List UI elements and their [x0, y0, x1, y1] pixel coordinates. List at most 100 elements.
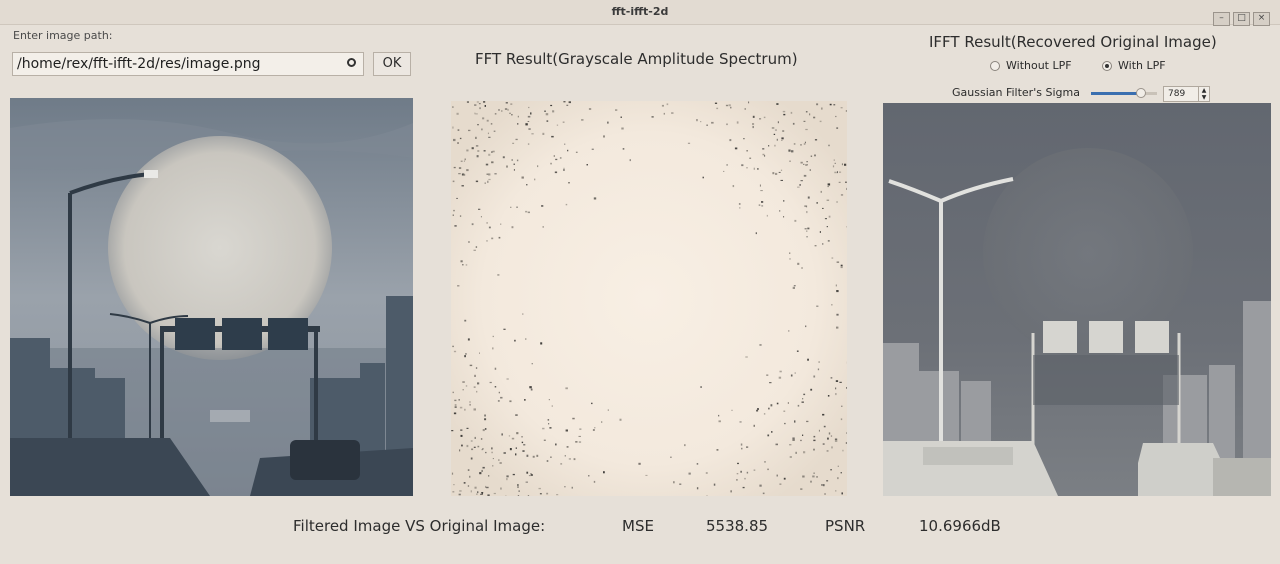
spectrum-speckle [840, 107, 843, 109]
spectrum-speckle [826, 480, 829, 482]
spectrum-speckle [488, 475, 490, 477]
radio-without-lpf[interactable]: Without LPF [990, 59, 1072, 72]
close-icon[interactable]: × [1253, 12, 1270, 26]
spectrum-speckle [831, 304, 833, 306]
spectrum-speckle [505, 495, 507, 496]
spectrum-speckle [810, 480, 812, 483]
spectrum-speckle [575, 441, 578, 443]
spectrum-speckle [764, 461, 766, 463]
spectrum-speckle [841, 405, 843, 407]
path-input[interactable]: /home/rex/fft-ifft-2d/res/image.png [12, 52, 364, 76]
spectrum-speckle [546, 120, 549, 122]
title-bar: fft-ifft-2d – □ × [0, 0, 1280, 26]
spectrum-speckle [549, 427, 552, 429]
spectrum-speckle [651, 116, 654, 118]
spectrum-speckle [730, 106, 732, 109]
spectrum-speckle [544, 110, 546, 112]
slider-handle[interactable] [1135, 88, 1146, 98]
spectrum-speckle [778, 376, 782, 379]
spectrum-speckle [575, 151, 578, 153]
spectrum-speckle [836, 313, 839, 316]
spectrum-speckle [622, 148, 625, 150]
spectrum-speckle [457, 129, 460, 131]
spectrum-speckle [827, 395, 830, 397]
spectrum-speckle [839, 381, 842, 383]
spectrum-speckle [511, 159, 513, 161]
spectrum-speckle [494, 386, 497, 388]
spectrum-speckle [478, 208, 481, 210]
spectrum-speckle [800, 180, 803, 182]
spectrum-speckle [566, 104, 569, 106]
spectrum-speckle [766, 374, 769, 376]
spectrum-speckle [554, 171, 558, 174]
spectrum-speckle [629, 159, 631, 162]
spectrum-speckle [480, 216, 482, 218]
spectrum-speckle [586, 164, 588, 166]
spectrum-speckle [776, 474, 778, 477]
spectrum-speckle [563, 101, 566, 103]
clear-icon[interactable] [347, 58, 356, 67]
spectrum-speckle [688, 472, 691, 475]
spectrum-speckle [484, 414, 486, 417]
spectrum-speckle [454, 404, 457, 407]
spectrum-speckle [461, 444, 463, 447]
spectrum-speckle [826, 450, 829, 452]
spectrum-speckle [755, 232, 757, 235]
spectrum-speckle [803, 393, 806, 396]
spectrum-speckle [477, 382, 480, 385]
spectrum-speckle [741, 164, 744, 167]
spectrum-speckle [761, 205, 764, 207]
spin-arrows-icon[interactable]: ▲ ▼ [1198, 87, 1209, 101]
spectrum-speckle [814, 154, 816, 157]
fft-spectrum-image [451, 101, 847, 496]
spectrum-speckle [783, 200, 785, 202]
spectrum-speckle [479, 107, 481, 110]
spectrum-speckle [456, 112, 459, 115]
maximize-icon[interactable]: □ [1233, 12, 1250, 26]
spectrum-speckle [462, 264, 464, 266]
spectrum-speckle [466, 169, 469, 172]
spectrum-speckle [804, 205, 807, 207]
spectrum-speckle [475, 246, 478, 248]
spectrum-speckle [601, 421, 603, 423]
spectrum-speckle [578, 441, 582, 443]
spectrum-speckle [803, 143, 806, 145]
spectrum-speckle [497, 400, 500, 402]
spectrum-speckle [464, 355, 466, 358]
spectrum-speckle [452, 126, 454, 129]
spectrum-speckle [813, 448, 815, 451]
spectrum-speckle [737, 462, 739, 465]
spectrum-speckle [806, 161, 808, 163]
spectrum-speckle [457, 285, 460, 287]
spectrum-speckle [513, 163, 515, 165]
spectrum-speckle [801, 267, 803, 269]
spectrum-speckle [769, 382, 772, 384]
spectrum-speckle [742, 486, 745, 489]
spectrum-speckle [517, 484, 519, 487]
spectrum-speckle [591, 402, 593, 405]
spectrum-speckle [477, 491, 479, 494]
spectrum-speckle [806, 236, 808, 238]
sigma-value: 789 [1168, 89, 1186, 99]
sigma-slider[interactable] [1091, 88, 1157, 98]
spectrum-speckle [836, 127, 839, 129]
spectrum-speckle [572, 417, 575, 420]
spectrum-speckle [512, 142, 515, 144]
spectrum-speckle [559, 157, 562, 159]
spectrum-speckle [494, 113, 497, 115]
spectrum-speckle [607, 121, 609, 124]
radio-with-lpf[interactable]: With LPF [1102, 59, 1166, 72]
original-image [10, 98, 413, 496]
spectrum-speckle [776, 138, 778, 141]
spectrum-speckle [645, 474, 648, 476]
minimize-icon[interactable]: – [1213, 12, 1230, 26]
spectrum-speckle [777, 121, 779, 124]
ok-button[interactable]: OK [373, 52, 411, 76]
spectrum-speckle [790, 374, 793, 377]
spectrum-speckle [824, 493, 826, 495]
spectrum-speckle [822, 207, 824, 209]
spectrum-speckle [833, 104, 836, 106]
spectrum-speckle [548, 399, 550, 401]
spectrum-speckle [792, 122, 795, 125]
sigma-spinbox[interactable]: 789 ▲ ▼ [1163, 86, 1210, 102]
